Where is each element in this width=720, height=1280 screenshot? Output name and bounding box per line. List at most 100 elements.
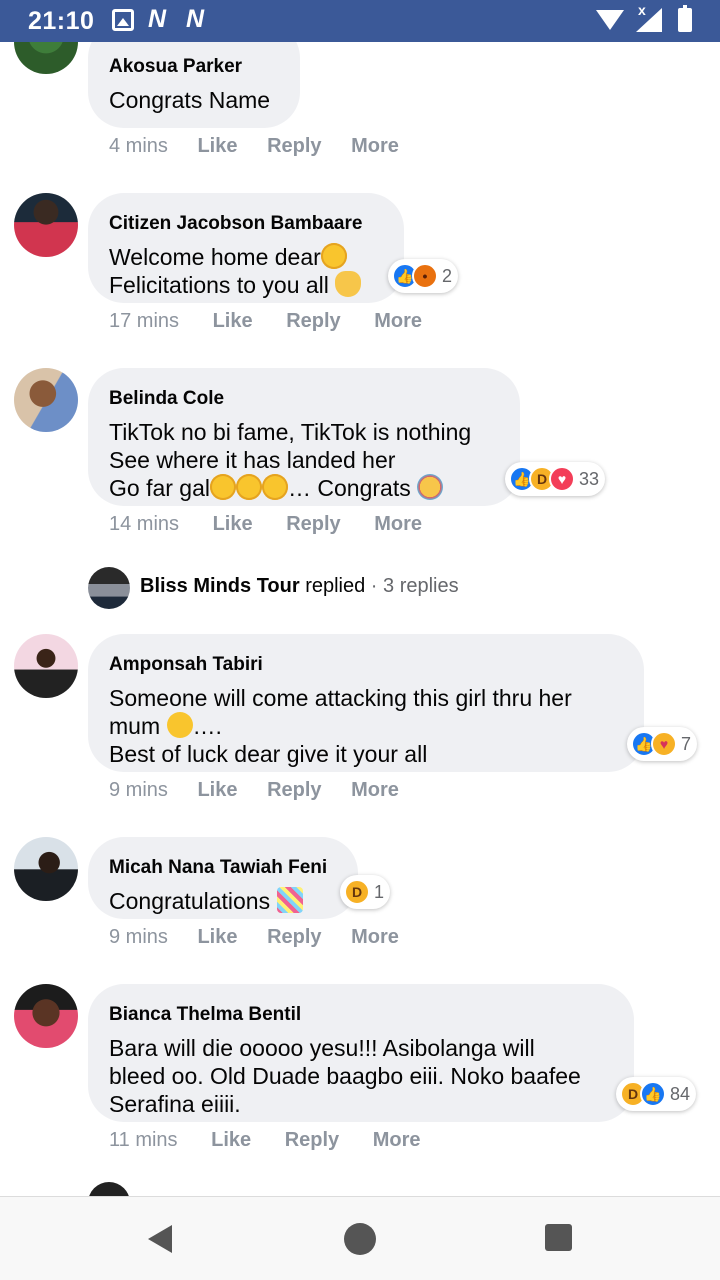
like-button[interactable]: Like	[197, 926, 237, 949]
reactions-summary[interactable]: 👍 • 2	[388, 259, 459, 293]
reaction-count: 7	[681, 733, 692, 754]
replier-name: Bliss Minds Tour	[140, 575, 300, 597]
comment-time: 9 mins	[109, 779, 168, 801]
comment-bubble: Micah Nana Tawiah Feni Congratulations	[88, 837, 358, 919]
comment-actions: 11 mins Like Reply More	[109, 1129, 421, 1152]
comment-actions: 14 mins Like Reply More	[109, 513, 422, 536]
reactions-summary[interactable]: D 1	[340, 875, 391, 909]
more-button[interactable]: More	[351, 926, 399, 949]
comment-text: Congratulations	[109, 887, 337, 915]
comment-time: 4 mins	[109, 135, 168, 157]
replied-label: replied	[299, 575, 366, 597]
angry-reaction-icon: •	[412, 263, 438, 289]
comment-line: ….	[192, 713, 222, 739]
avatar[interactable]	[14, 984, 78, 1048]
comment-bubble: Belinda Cole TikTok no bi fame, TikTok i…	[88, 368, 520, 506]
system-navigation-bar	[0, 1196, 720, 1280]
signal-icon	[636, 8, 662, 32]
smiling-face-with-hearts-icon	[262, 474, 288, 500]
reaction-count: 2	[442, 265, 453, 286]
like-button[interactable]: Like	[213, 310, 253, 333]
comment-time: 17 mins	[109, 310, 180, 332]
comment-bubble: Bianca Thelma Bentil Bara will die ooooo…	[88, 984, 634, 1122]
comment-text: Someone will come attacking this girl th…	[109, 684, 623, 768]
commenter-name[interactable]: Belinda Cole	[109, 386, 499, 412]
comment-line: Felicitations to you all	[109, 272, 336, 298]
more-button[interactable]: More	[374, 513, 422, 536]
comment-line: See where it has landed her	[109, 447, 396, 473]
reactions-summary[interactable]: 👍 D ♥ 33	[505, 462, 606, 496]
battery-icon	[678, 5, 692, 32]
comment-line: Best of luck dear give it your all	[109, 741, 428, 767]
reply-button[interactable]: Reply	[286, 513, 340, 536]
gallery-notification-icon	[112, 9, 134, 31]
comment-bubble: Citizen Jacobson Bambaare Welcome home d…	[88, 193, 404, 303]
commenter-name[interactable]: Bianca Thelma Bentil	[109, 1002, 613, 1028]
avatar[interactable]	[14, 368, 78, 432]
comment-actions: 9 mins Like Reply More	[109, 926, 399, 949]
comment-text: Bara will die ooooo yesu!!! Asibolanga w…	[109, 1035, 581, 1117]
comment-line: mum	[109, 713, 167, 739]
reply-button[interactable]: Reply	[267, 779, 321, 802]
comment-line: Go far gal	[109, 475, 210, 501]
comment-time: 11 mins	[109, 1129, 178, 1151]
commenter-name[interactable]: Micah Nana Tawiah Feni	[109, 855, 337, 881]
avatar[interactable]	[88, 567, 130, 609]
more-button[interactable]: More	[374, 310, 422, 333]
clapping-hands-icon	[335, 271, 362, 297]
n-notification-icon: N	[148, 5, 167, 33]
commenter-name[interactable]: Akosua Parker	[109, 54, 279, 80]
comment-line: Someone will come attacking this girl th…	[109, 685, 572, 711]
home-icon[interactable]	[344, 1223, 376, 1255]
more-button[interactable]: More	[351, 135, 399, 158]
like-button[interactable]: Like	[197, 135, 237, 158]
n-notification-icon: N	[186, 5, 205, 33]
back-icon[interactable]	[148, 1225, 172, 1253]
partying-face-icon	[417, 474, 444, 500]
reply-button[interactable]: Reply	[267, 926, 321, 949]
view-replies-link[interactable]: Bliss Minds Tour replied · 3 replies	[140, 575, 459, 598]
commenter-name[interactable]: Amponsah Tabiri	[109, 652, 623, 678]
avatar[interactable]	[14, 634, 78, 698]
reply-button[interactable]: Reply	[285, 1129, 339, 1152]
comment-actions: 9 mins Like Reply More	[109, 779, 399, 802]
comment-text: TikTok no bi fame, TikTok is nothing See…	[109, 418, 499, 502]
clock: 21:10	[28, 7, 95, 35]
comment-time: 9 mins	[109, 926, 168, 948]
comment-bubble: Amponsah Tabiri Someone will come attack…	[88, 634, 644, 772]
comment-text: Welcome home dear Felicitations to you a…	[109, 243, 383, 299]
comment-time: 14 mins	[109, 513, 180, 535]
comment-bubble: Akosua Parker Congrats Name	[88, 42, 300, 128]
commenter-name[interactable]: Citizen Jacobson Bambaare	[109, 211, 383, 237]
smiling-face-with-hearts-icon	[236, 474, 262, 500]
avatar[interactable]	[14, 42, 78, 74]
wifi-icon	[596, 10, 624, 30]
more-button[interactable]: More	[373, 1129, 421, 1152]
comments-feed[interactable]: Akosua Parker Congrats Name 4 mins Like …	[0, 42, 720, 1196]
avatar[interactable]	[88, 1182, 130, 1196]
like-reaction-icon: 👍	[640, 1081, 666, 1107]
like-button[interactable]: Like	[213, 513, 253, 536]
reply-button[interactable]: Reply	[286, 310, 340, 333]
reactions-summary[interactable]: 👍 ♥ 7	[627, 727, 698, 761]
more-button[interactable]: More	[351, 779, 399, 802]
reactions-summary[interactable]: D 👍 84	[616, 1077, 697, 1111]
smiling-face-with-hearts-icon	[320, 243, 347, 269]
reply-button[interactable]: Reply	[267, 135, 321, 158]
haha-reaction-icon: D	[344, 879, 370, 905]
reaction-count: 1	[374, 881, 385, 902]
comment-line: TikTok no bi fame, TikTok is nothing	[109, 419, 472, 445]
like-button[interactable]: Like	[211, 1129, 251, 1152]
replies-count: 3 replies	[383, 575, 459, 597]
recent-apps-icon[interactable]	[545, 1224, 572, 1251]
comment-actions: 4 mins Like Reply More	[109, 135, 399, 158]
avatar[interactable]	[14, 837, 78, 901]
like-button[interactable]: Like	[197, 779, 237, 802]
status-bar: 21:10 N N x	[0, 0, 720, 42]
avatar[interactable]	[14, 193, 78, 257]
separator: ·	[365, 575, 384, 597]
comment-line: Congratulations	[109, 888, 277, 914]
comment-line: Welcome home dear	[109, 244, 321, 270]
smiling-face-with-hearts-icon	[210, 474, 236, 500]
care-reaction-icon: ♥	[651, 731, 677, 757]
